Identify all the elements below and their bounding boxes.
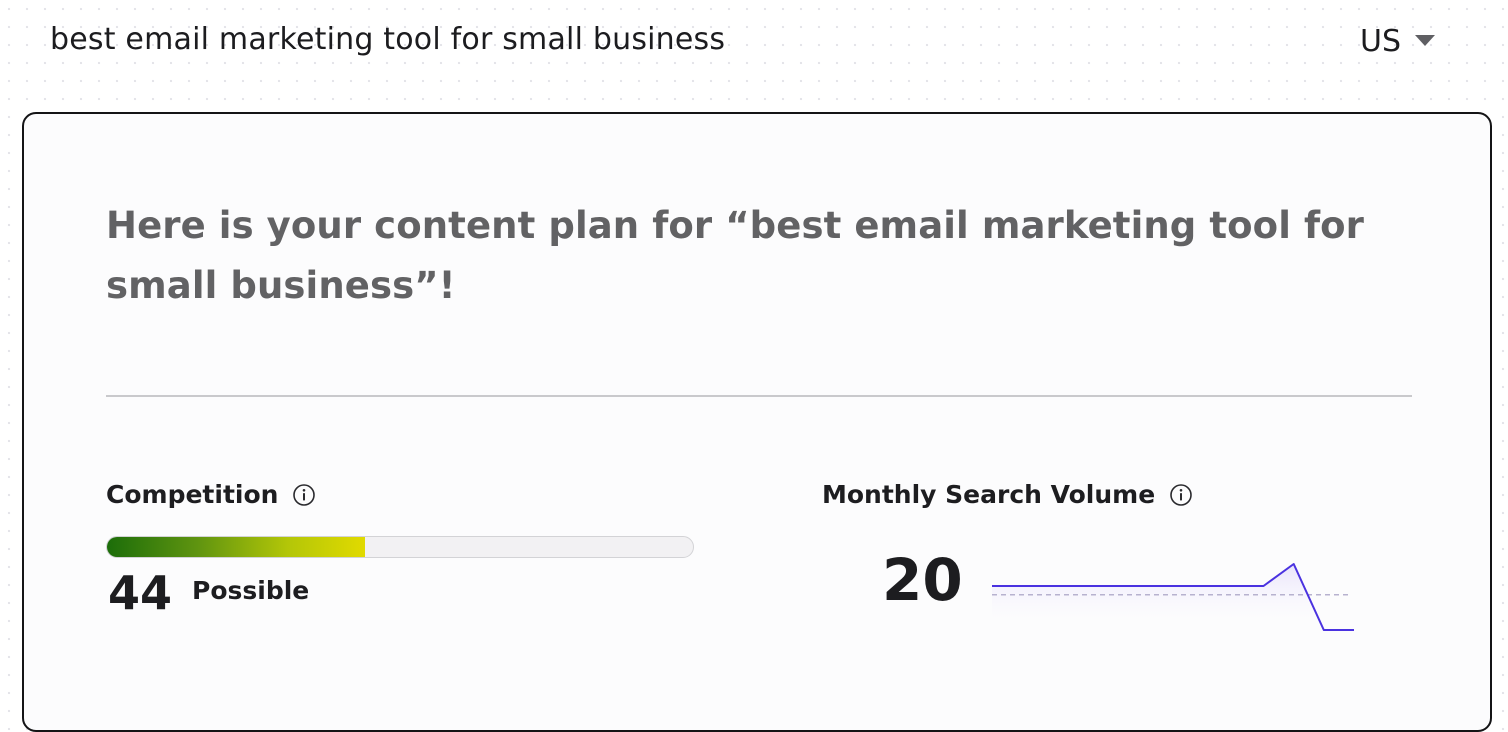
keyword-text[interactable]: best email marketing tool for small busi… — [50, 22, 725, 57]
competition-progress-fill — [107, 537, 365, 557]
content-plan-headline: Here is your content plan for “best emai… — [106, 196, 1366, 316]
search-volume-info-icon[interactable] — [1169, 483, 1193, 507]
country-select[interactable]: US — [1352, 18, 1443, 64]
content-plan-card: Here is your content plan for “best emai… — [22, 112, 1492, 732]
sparkline-area — [992, 564, 1354, 630]
competition-score: 44 — [108, 566, 172, 620]
search-volume-label: Monthly Search Volume — [822, 480, 1155, 509]
competition-level: Possible — [192, 576, 309, 605]
competition-header: Competition — [106, 480, 316, 509]
search-volume-value: 20 — [882, 546, 963, 614]
search-volume-header: Monthly Search Volume — [822, 480, 1193, 509]
divider — [106, 395, 1412, 397]
competition-label: Competition — [106, 480, 278, 509]
chevron-down-icon — [1415, 35, 1435, 47]
top-bar: best email marketing tool for small busi… — [0, 0, 1508, 84]
country-label: US — [1360, 24, 1401, 59]
competition-info-icon[interactable] — [292, 483, 316, 507]
search-volume-sparkline — [992, 548, 1354, 638]
competition-progress-bar — [106, 536, 694, 558]
